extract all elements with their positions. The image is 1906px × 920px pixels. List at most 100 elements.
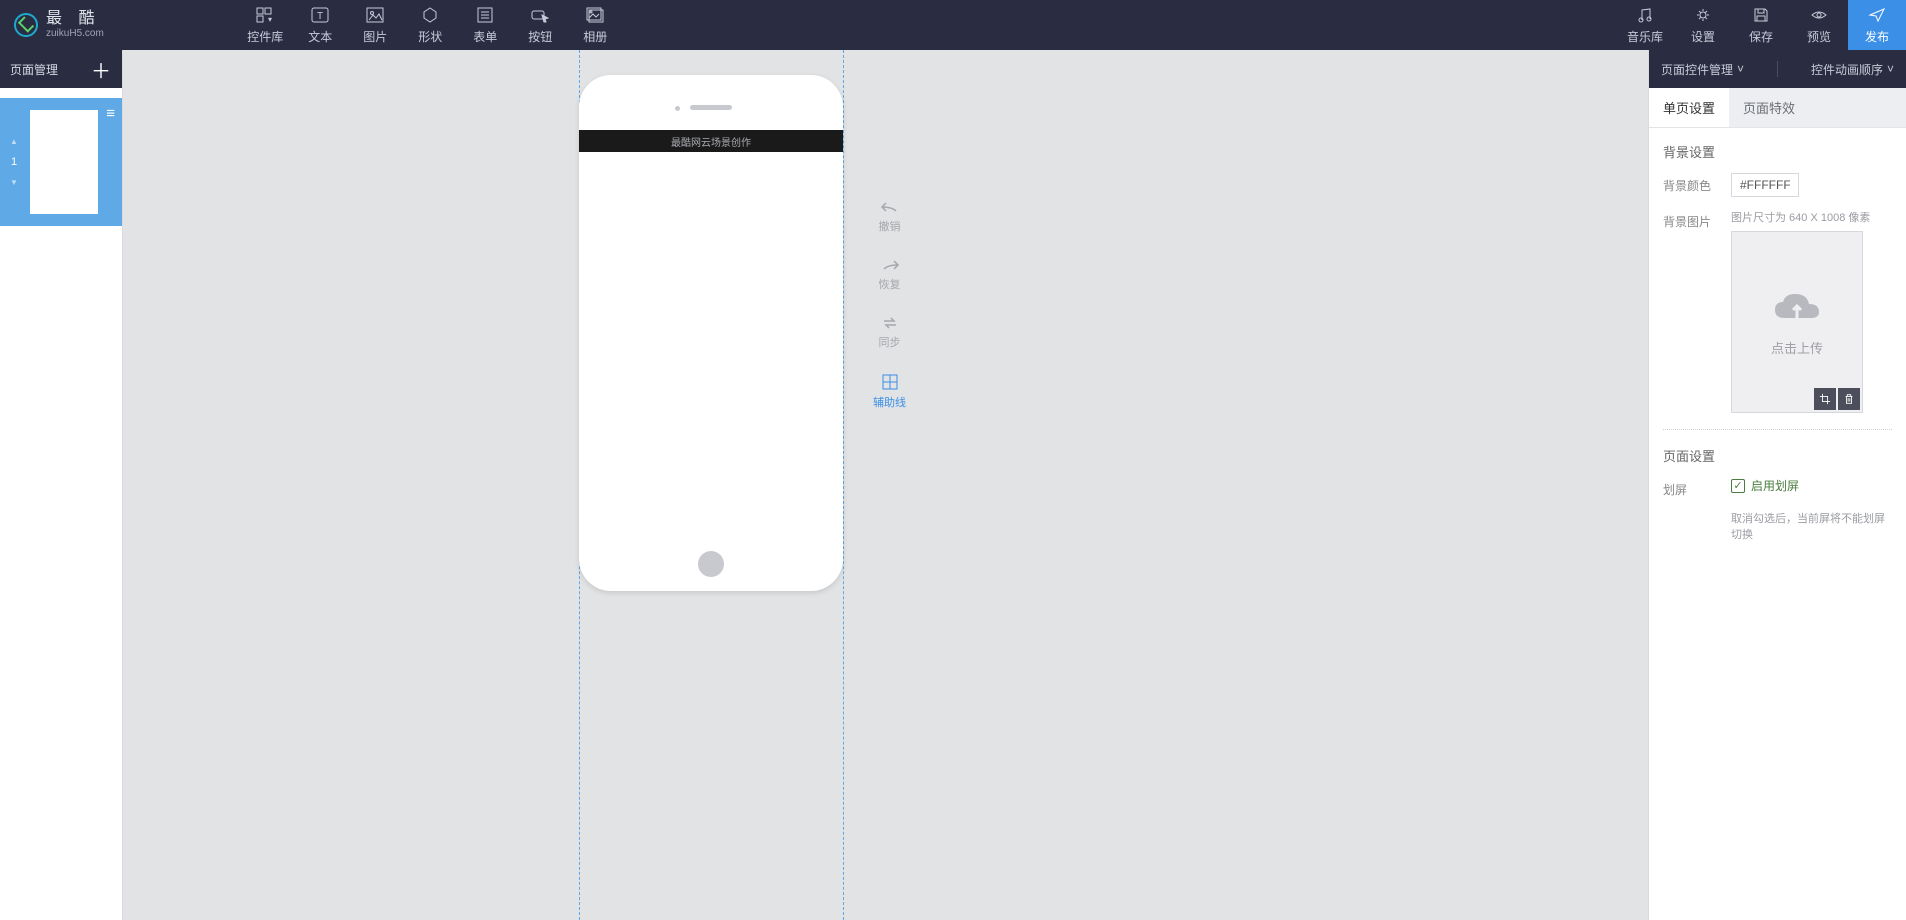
phone-home-icon	[698, 551, 724, 577]
tab-single-page[interactable]: 单页设置	[1649, 88, 1729, 127]
page-list: ▲ 1 ▼ ≡	[0, 88, 122, 236]
bg-image-hint: 图片尺寸为 640 X 1008 像素	[1731, 209, 1892, 225]
music-icon	[1636, 6, 1654, 24]
save-icon	[1752, 6, 1770, 24]
swipe-label: 划屏	[1663, 477, 1717, 498]
move-up-icon[interactable]: ▲	[10, 137, 18, 146]
svg-text:▾: ▾	[268, 15, 272, 23]
bg-color-input[interactable]	[1731, 173, 1799, 197]
delete-button[interactable]	[1838, 388, 1860, 410]
ctool-label: 恢复	[879, 276, 901, 292]
tool-form[interactable]: 表单	[458, 6, 513, 45]
canvas-area[interactable]: 最酷网云场景创作 撤销 恢复 同步 辅助线	[123, 50, 1648, 920]
ctool-label: 辅助线	[873, 394, 906, 410]
chevron-down-icon: ˅	[1737, 62, 1744, 76]
tool-music[interactable]: 音乐库	[1616, 0, 1674, 50]
right-panel-tabs: 单页设置 页面特效	[1649, 88, 1906, 128]
pages-panel: 页面管理 ＋ ▲ 1 ▼ ≡	[0, 50, 123, 920]
tool-label: 音乐库	[1627, 28, 1663, 45]
separator	[1777, 61, 1778, 77]
page-reorder: ▲ 1 ▼	[6, 137, 22, 187]
chevron-down-icon: ˅	[1887, 62, 1894, 76]
pages-panel-header: 页面管理 ＋	[0, 50, 122, 88]
tool-widgets[interactable]: ▾ 控件库	[238, 6, 293, 45]
crop-button[interactable]	[1814, 388, 1836, 410]
widget-mgmt-dropdown[interactable]: 页面控件管理 ˅	[1661, 61, 1744, 78]
tool-text[interactable]: T 文本	[293, 6, 348, 45]
tool-label: 表单	[473, 28, 497, 45]
tool-label: 图片	[363, 28, 387, 45]
bg-section-title: 背景设置	[1663, 142, 1892, 161]
tool-image[interactable]: 图片	[348, 6, 403, 45]
tool-label: 设置	[1691, 28, 1715, 45]
brand-domain: zuikuH5.com	[46, 29, 104, 39]
right-panel-body: 背景设置 背景颜色 背景图片 图片尺寸为 640 X 1008 像素 点击上传	[1649, 128, 1906, 556]
main-area: 页面管理 ＋ ▲ 1 ▼ ≡ 最酷网云场景创作	[0, 50, 1906, 920]
phone-titlebar: 最酷网云场景创作	[579, 130, 843, 152]
tool-album[interactable]: 相册	[568, 6, 623, 45]
anim-order-dropdown[interactable]: 控件动画顺序 ˅	[1811, 61, 1894, 78]
page-number: 1	[11, 156, 17, 168]
eye-icon	[1810, 6, 1828, 24]
sync-button[interactable]: 同步	[873, 316, 906, 350]
right-panel-header: 页面控件管理 ˅ 控件动画顺序 ˅	[1649, 50, 1906, 88]
image-icon	[366, 6, 384, 24]
tool-shape[interactable]: 形状	[403, 6, 458, 45]
swipe-note: 取消勾选后，当前屏将不能划屏切换	[1731, 510, 1892, 542]
phone-speaker-icon	[690, 105, 732, 110]
brand-name: 最 酷	[46, 11, 104, 27]
redo-button[interactable]: 恢复	[873, 258, 906, 292]
ctool-label: 同步	[879, 334, 901, 350]
enable-swipe-checkbox[interactable]: ✓ 启用划屏	[1731, 477, 1799, 494]
guide-line-right	[843, 50, 844, 920]
tool-button[interactable]: 按钮	[513, 6, 568, 45]
logo: 最 酷 zuikuH5.com	[0, 11, 118, 39]
shape-icon	[421, 6, 439, 24]
tool-label: 相册	[583, 28, 607, 45]
page-menu-icon[interactable]: ≡	[106, 110, 116, 118]
divider	[1663, 429, 1892, 430]
publish-icon	[1868, 6, 1886, 24]
ctool-label: 撤销	[879, 218, 901, 234]
tool-label: 控件库	[247, 28, 283, 45]
undo-button[interactable]: 撤销	[873, 200, 906, 234]
page-entry[interactable]: ▲ 1 ▼ ≡	[0, 98, 122, 226]
tool-label: 发布	[1865, 28, 1889, 45]
tool-label: 文本	[308, 28, 332, 45]
upload-text: 点击上传	[1771, 338, 1823, 357]
move-down-icon[interactable]: ▼	[10, 178, 18, 187]
svg-text:T: T	[317, 11, 323, 22]
bg-upload-box[interactable]: 点击上传	[1731, 231, 1863, 413]
tool-save[interactable]: 保存	[1732, 0, 1790, 50]
gear-icon	[1694, 6, 1712, 24]
tool-publish[interactable]: 发布	[1848, 0, 1906, 50]
top-bar: 最 酷 zuikuH5.com ▾ 控件库 T 文本 图片 形状	[0, 0, 1906, 50]
page-thumbnail[interactable]	[30, 110, 98, 214]
tool-label: 形状	[418, 28, 442, 45]
form-icon	[476, 6, 494, 24]
add-page-button[interactable]: ＋	[90, 58, 112, 80]
guides-button[interactable]: 辅助线	[873, 374, 906, 410]
phone-title: 最酷网云场景创作	[671, 134, 751, 149]
tool-settings[interactable]: 设置	[1674, 0, 1732, 50]
phone-frame: 最酷网云场景创作	[579, 75, 843, 591]
main-toolbar: ▾ 控件库 T 文本 图片 形状 表单	[238, 6, 623, 45]
tool-label: 预览	[1807, 28, 1831, 45]
right-panel: 页面控件管理 ˅ 控件动画顺序 ˅ 单页设置 页面特效 背景设置 背景颜色 背景…	[1648, 50, 1906, 920]
right-toolbar: 音乐库 设置 保存 预览 发布	[1616, 0, 1906, 50]
tool-preview[interactable]: 预览	[1790, 0, 1848, 50]
text-icon: T	[311, 6, 329, 24]
bg-image-label: 背景图片	[1663, 209, 1717, 230]
canvas-tools: 撤销 恢复 同步 辅助线	[873, 200, 906, 410]
button-icon	[531, 6, 549, 24]
logo-mark-icon	[14, 13, 38, 37]
tool-label: 按钮	[528, 28, 552, 45]
tool-label: 保存	[1749, 28, 1773, 45]
bg-color-label: 背景颜色	[1663, 173, 1717, 194]
page-section-title: 页面设置	[1663, 446, 1892, 465]
tab-page-effects[interactable]: 页面特效	[1729, 88, 1809, 127]
widgets-icon: ▾	[256, 6, 274, 24]
phone-camera-icon	[675, 106, 680, 111]
pages-panel-title: 页面管理	[10, 61, 58, 78]
checkmark-icon: ✓	[1731, 479, 1745, 493]
